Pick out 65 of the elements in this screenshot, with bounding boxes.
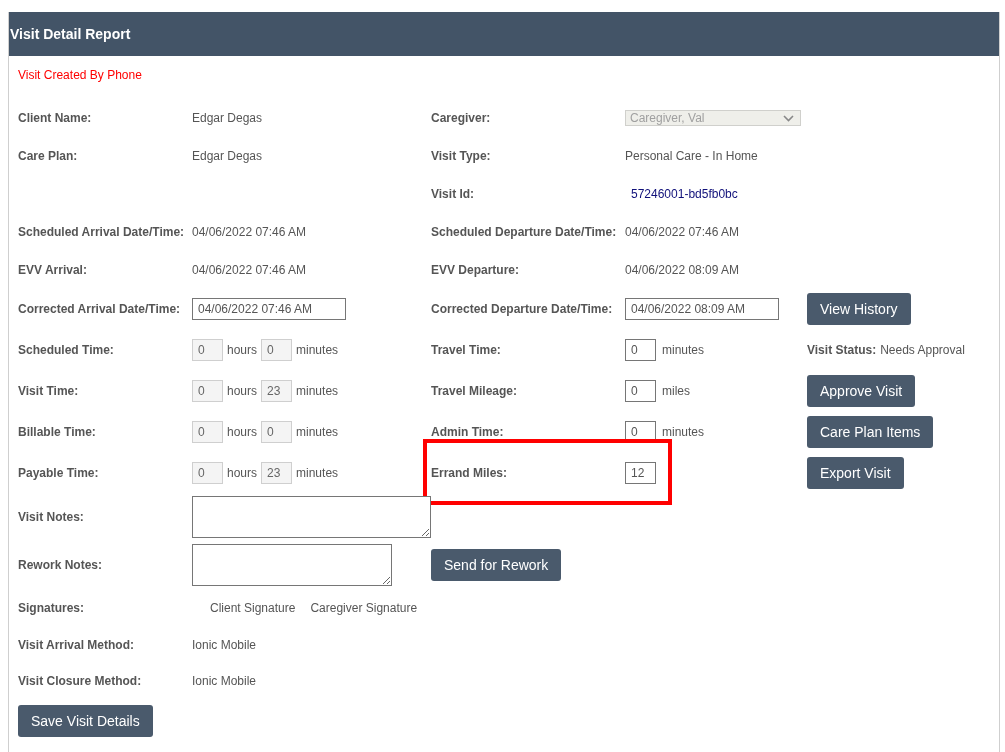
date-field[interactable]: 04/06/2022 08:09 AM bbox=[625, 298, 779, 320]
status-label: Visit Status: bbox=[807, 342, 877, 357]
field-label: Travel Mileage: bbox=[431, 383, 519, 398]
number-field[interactable]: 12 bbox=[625, 461, 656, 484]
field-label: Scheduled Arrival Date/Time: bbox=[18, 225, 186, 239]
field-value: 04/06/2022 08:09 AM bbox=[625, 263, 740, 277]
unit-label: hours bbox=[227, 342, 258, 357]
unit-label: minutes bbox=[296, 424, 339, 439]
visit-id: 57246001-bd5fb0bc bbox=[630, 187, 738, 201]
field-value: 04/06/2022 07:46 AM bbox=[625, 225, 740, 239]
field-label: Travel Time: bbox=[431, 342, 502, 357]
field-label: Visit Closure Method: bbox=[18, 674, 143, 688]
field-label: Visit Notes: bbox=[18, 510, 85, 524]
field-label: Care Plan: bbox=[18, 149, 79, 163]
field-label: EVV Arrival: bbox=[18, 263, 88, 277]
unit-label: minutes bbox=[296, 342, 339, 357]
action-button[interactable]: Export Visit bbox=[807, 456, 904, 489]
unit-label: minutes bbox=[296, 465, 339, 480]
field-label: Payable Time: bbox=[18, 465, 100, 480]
field-label: Visit Time: bbox=[18, 383, 80, 398]
field-label: Visit Id: bbox=[431, 187, 476, 201]
field-label: Client Name: bbox=[18, 111, 93, 125]
field-label: Scheduled Departure Date/Time: bbox=[431, 225, 618, 239]
unit-label: minutes bbox=[662, 424, 705, 439]
unit-label: hours bbox=[227, 424, 258, 439]
field-label: Admin Time: bbox=[431, 424, 505, 439]
field-label: Signatures: bbox=[18, 601, 85, 615]
field-value: 04/06/2022 07:46 AM bbox=[192, 263, 307, 277]
action-button[interactable]: View History bbox=[807, 293, 911, 325]
action-button[interactable]: Care Plan Items bbox=[807, 415, 934, 448]
field-label: Corrected Departure Date/Time: bbox=[431, 302, 614, 316]
field-label: Billable Time: bbox=[18, 424, 97, 439]
field-label: Corrected Arrival Date/Time: bbox=[18, 302, 182, 316]
field-label: Scheduled Time: bbox=[18, 342, 115, 357]
field-value: Edgar Degas bbox=[192, 149, 263, 163]
notes-field[interactable] bbox=[192, 544, 392, 586]
signature-label: Caregiver Signature bbox=[310, 601, 418, 615]
phone-notice: Visit Created By Phone bbox=[18, 68, 142, 84]
field-label: EVV Departure: bbox=[431, 263, 521, 277]
field-label: Errand Miles: bbox=[431, 465, 509, 480]
field-value: Ionic Mobile bbox=[192, 638, 257, 652]
unit-label: hours bbox=[227, 383, 258, 398]
number-field[interactable]: 0 bbox=[625, 338, 656, 361]
field-label: Rework Notes: bbox=[18, 558, 104, 572]
report-title: Visit Detail Report bbox=[10, 26, 131, 42]
field-value: Ionic Mobile bbox=[192, 674, 257, 688]
date-field[interactable]: 04/06/2022 07:46 AM bbox=[192, 298, 346, 320]
field-value: 04/06/2022 07:46 AM bbox=[192, 225, 307, 239]
signature-label: Client Signature bbox=[210, 601, 296, 615]
save-button[interactable]: Save Visit Details bbox=[18, 705, 153, 737]
field-label: Visit Arrival Method: bbox=[18, 638, 136, 652]
status-value: Needs Approval bbox=[880, 342, 965, 357]
unit-label: minutes bbox=[296, 383, 339, 398]
unit-label: hours bbox=[227, 465, 258, 480]
field-label: Caregiver: bbox=[431, 111, 492, 125]
action-button[interactable]: Approve Visit bbox=[807, 374, 916, 407]
rework-button[interactable]: Send for Rework bbox=[431, 549, 562, 581]
field-value: Edgar Degas bbox=[192, 111, 263, 125]
number-field[interactable]: 0 bbox=[625, 379, 656, 402]
unit-label: minutes bbox=[662, 342, 705, 357]
field-label: Visit Type: bbox=[431, 149, 492, 163]
field-value: Personal Care - In Home bbox=[625, 149, 758, 163]
chevron-down-icon bbox=[783, 114, 794, 122]
notes-field[interactable] bbox=[192, 496, 431, 538]
unit-label: miles bbox=[662, 383, 690, 398]
